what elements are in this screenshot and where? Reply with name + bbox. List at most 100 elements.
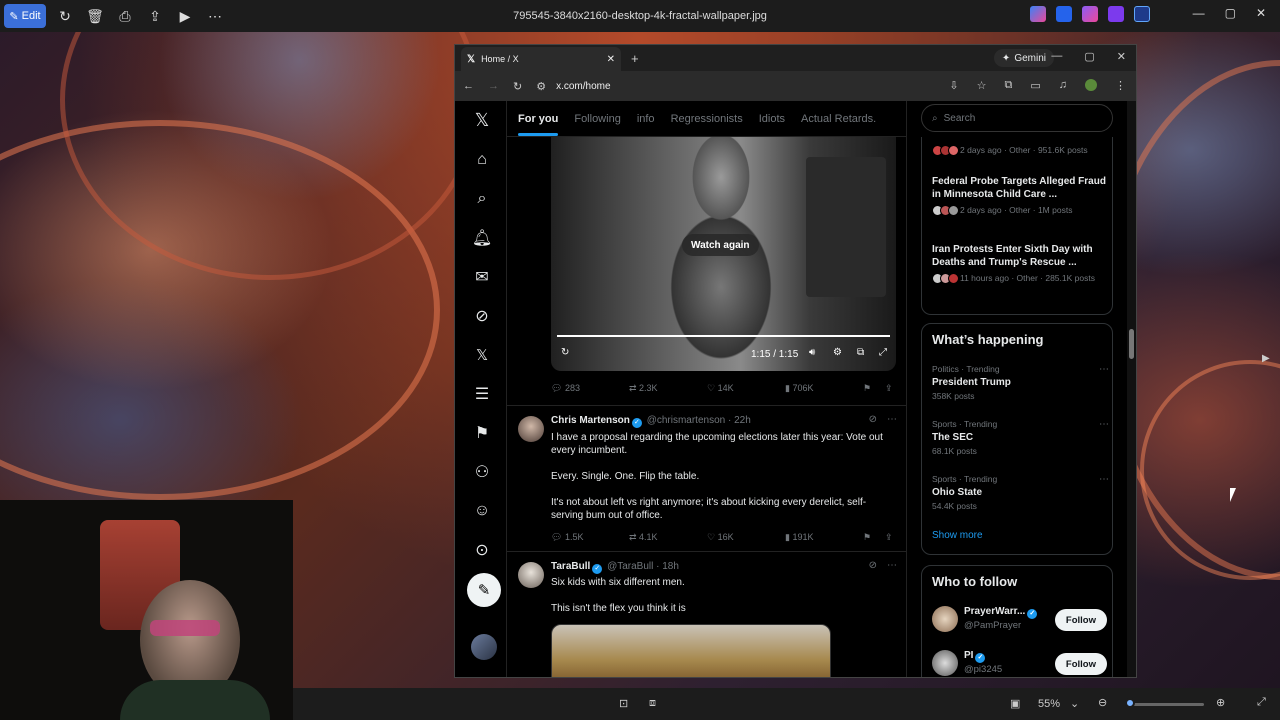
back-icon[interactable]: ← [463,80,474,92]
news-item[interactable]: Iran Protests Enter Sixth Day with Death… [932,243,1107,284]
tweet-author-name[interactable]: Chris Martenson [551,415,630,426]
install-icon[interactable]: ⇩ [949,79,958,92]
tab-idiots[interactable]: Idiots [759,113,785,125]
avatar[interactable] [932,650,958,676]
views-action[interactable]: ▮ 706K [785,383,813,394]
pip-icon[interactable]: ⧉ [857,347,864,358]
tab-info[interactable]: info [637,113,655,125]
messages-mail-icon[interactable]: ✉ [471,266,493,288]
copilot-icon[interactable] [1030,6,1046,22]
repost-action[interactable]: ⇄ 2.3K [629,383,658,394]
follow-suggestion[interactable]: PI ✓ @pi3245 Follow [932,650,1107,677]
tweet-handle[interactable]: @chrismartenson [647,415,726,426]
tweet[interactable]: TaraBull ✓ @TaraBull · 18h ⊘ ⋯ Six kids w… [507,551,906,677]
views-action[interactable]: ▮ 191K [785,532,813,543]
delete-icon[interactable]: 🗑 [84,4,106,28]
minimize-icon[interactable]: — [1193,6,1205,20]
minimize-icon[interactable]: — [1051,50,1062,63]
volume-icon[interactable]: 🔊︎ [809,347,815,358]
tab-actual-retards[interactable]: Actual Retards. [801,113,876,125]
clipchamp-icon[interactable] [1108,6,1124,22]
rotate-icon[interactable]: ↻ [54,4,76,28]
bookmark-star-icon[interactable]: ☆ [977,79,987,92]
designer-icon[interactable] [1082,6,1098,22]
url-field[interactable]: x.com/home [556,81,610,92]
tweet-author-name[interactable]: TaraBull [551,561,590,572]
crop-icon[interactable]: ⧈ [649,697,656,710]
explore-search-icon[interactable]: ⌕ [471,188,493,210]
tab-regressionists[interactable]: Regressionists [671,113,743,125]
more-icon[interactable]: ⋯ [204,4,226,28]
notifications-bell-icon[interactable]: 🔔︎ [471,227,493,249]
grok-icon[interactable]: ⊘ [471,305,493,327]
post-button[interactable]: ✎ [467,573,501,607]
trend-item[interactable]: Sports · Trending The SEC 68.1K posts ⋯ [932,419,1109,456]
actual-size-icon[interactable]: ▣ [1010,697,1020,710]
zoom-level[interactable]: 55% [1038,698,1060,710]
trend-item[interactable]: Sports · Trending Ohio State 54.4K posts… [932,474,1109,511]
lists-icon[interactable]: ☰ [471,383,493,405]
reload-icon[interactable]: ↻ [513,80,522,93]
tweet-time[interactable]: 22h [734,415,751,426]
maximize-icon[interactable]: ▢ [1225,6,1236,20]
tweet-avatar[interactable] [518,562,544,588]
tab-following[interactable]: Following [574,113,620,125]
cloud-icon[interactable] [1134,6,1150,22]
bookmark-icon[interactable]: ⚑ [863,532,871,543]
watch-again-button[interactable]: Watch again [682,234,759,256]
premium-x-icon[interactable]: 𝕏 [471,344,493,366]
print-icon[interactable]: ⎙ [114,4,136,28]
replay-icon[interactable]: ↻ [561,347,569,358]
home-icon[interactable]: ⌂ [471,149,493,171]
scrollbar-thumb[interactable] [1129,329,1134,359]
share-icon[interactable]: ⇪ [885,532,893,543]
tab-home-x[interactable]: 𝕏 Home / X ✕ [461,47,621,71]
grok-icon[interactable]: ⊘ [869,414,877,425]
share-icon[interactable]: ⇪ [144,4,166,28]
profile-icon[interactable] [1085,79,1097,91]
chevron-down-icon[interactable]: ⌄ [1070,697,1079,710]
expand-icon[interactable]: ⤢ [1257,696,1266,709]
reply-action[interactable]: 💬︎ 283 [551,383,580,394]
search-input[interactable]: ⌕ Search [921,104,1113,132]
tweet-handle[interactable]: @TaraBull [607,561,653,572]
account-avatar[interactable] [471,634,497,660]
slideshow-icon[interactable]: ▶ [174,4,196,28]
share-icon[interactable]: ⇪ [885,383,893,394]
account-name[interactable]: PrayerWarr... [964,606,1025,617]
news-item[interactable]: 2 days ago · Other · 951.6K posts [932,141,1107,156]
tweet-media-image[interactable] [551,624,831,677]
more-icon[interactable]: ⋯ [1099,364,1109,375]
more-icon[interactable]: ⋯ [1099,474,1109,485]
follow-suggestion[interactable]: PrayerWarr... ✓ @PamPrayer Follow [932,606,1107,636]
gemini-button[interactable]: ✦ Gemini [993,49,1054,67]
like-action[interactable]: ♡ 16K [707,532,734,543]
fullscreen-icon[interactable]: ⤢ [879,347,887,358]
profile-icon[interactable]: ☺ [471,500,493,522]
editor-icon[interactable] [1056,6,1072,22]
more-icon[interactable]: ⋯ [887,414,897,425]
like-action[interactable]: ♡ 14K [707,383,734,394]
settings-gear-icon[interactable]: ⚙ [833,347,842,358]
menu-icon[interactable]: ⋮ [1115,79,1126,92]
tweet-avatar[interactable] [518,416,544,442]
account-name[interactable]: PI [964,650,973,661]
close-icon[interactable]: ✕ [1117,50,1126,63]
zoom-slider-thumb[interactable] [1125,698,1135,708]
edit-button[interactable]: ✎ Edit [4,4,46,28]
trend-item[interactable]: Politics · Trending President Trump 358K… [932,364,1109,401]
grok-icon[interactable]: ⊘ [869,560,877,571]
bookmarks-icon[interactable]: ⚑ [471,422,493,444]
zoom-out-icon[interactable]: ⊖ [1098,696,1107,709]
avatar[interactable] [932,606,958,632]
more-icon[interactable]: ⋯ [1099,419,1109,430]
extensions-icon[interactable]: ⧉ [1004,79,1012,92]
tab-for-you[interactable]: For you [518,113,559,136]
split-view-icon[interactable]: ▭ [1030,79,1040,92]
close-icon[interactable]: ✕ [1256,6,1266,20]
fit-icon[interactable]: ⊡ [619,697,628,710]
tweet[interactable]: Chris Martenson ✓ @chrismartenson · 22h ⊘… [507,405,906,551]
x-logo-icon[interactable]: 𝕏 [471,109,493,131]
news-item[interactable]: Federal Probe Targets Alleged Fraud in M… [932,175,1107,216]
new-tab-icon[interactable]: + [631,51,639,66]
